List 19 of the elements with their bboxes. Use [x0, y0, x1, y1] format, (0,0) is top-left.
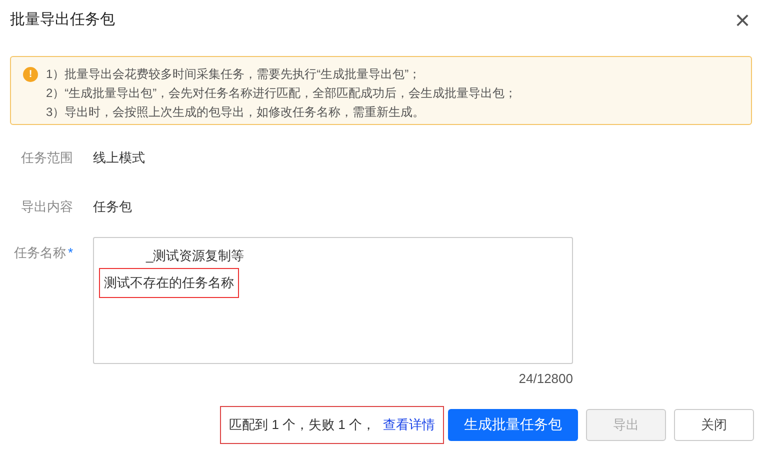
result-text: 匹配到 1 个，失败 1 个， — [229, 416, 375, 434]
text-line: _测试资源复制等 — [144, 247, 246, 265]
field-label: 任务范围 — [20, 148, 74, 167]
field-label: 导出内容 — [20, 198, 74, 216]
field-label: 任务名称 — [14, 244, 66, 262]
field-value: 任务包 — [93, 198, 132, 216]
close-button[interactable]: × — [730, 7, 754, 33]
notice-text: 3）导出时，会按照上次生成的包导出，如修改任务名称，需重新生成。 — [46, 104, 426, 121]
dialog-title: 批量导出任务包 — [10, 10, 115, 30]
notice-text: 1）批量导出会花费较多时间采集任务，需要先执行“生成批量导出包”； — [46, 66, 422, 83]
details-link[interactable]: 查看详情 — [383, 414, 435, 434]
footer-button[interactable]: 生成批量任务包 — [448, 408, 578, 440]
field-value: 线上模式 — [93, 148, 145, 167]
footer-button[interactable]: 关闭 — [674, 408, 754, 440]
notice-text: 2）“生成批量导出包”，会先对任务名称进行匹配，全部匹配成功后，会生成批量导出包； — [46, 85, 517, 102]
warning-icon: ! — [23, 67, 38, 82]
task-name-field[interactable]: _测试资源复制等 测试不存在的任务名称 — [93, 237, 573, 364]
required-mark: * — [68, 244, 73, 262]
char-counter: 24/12800 — [518, 370, 573, 388]
